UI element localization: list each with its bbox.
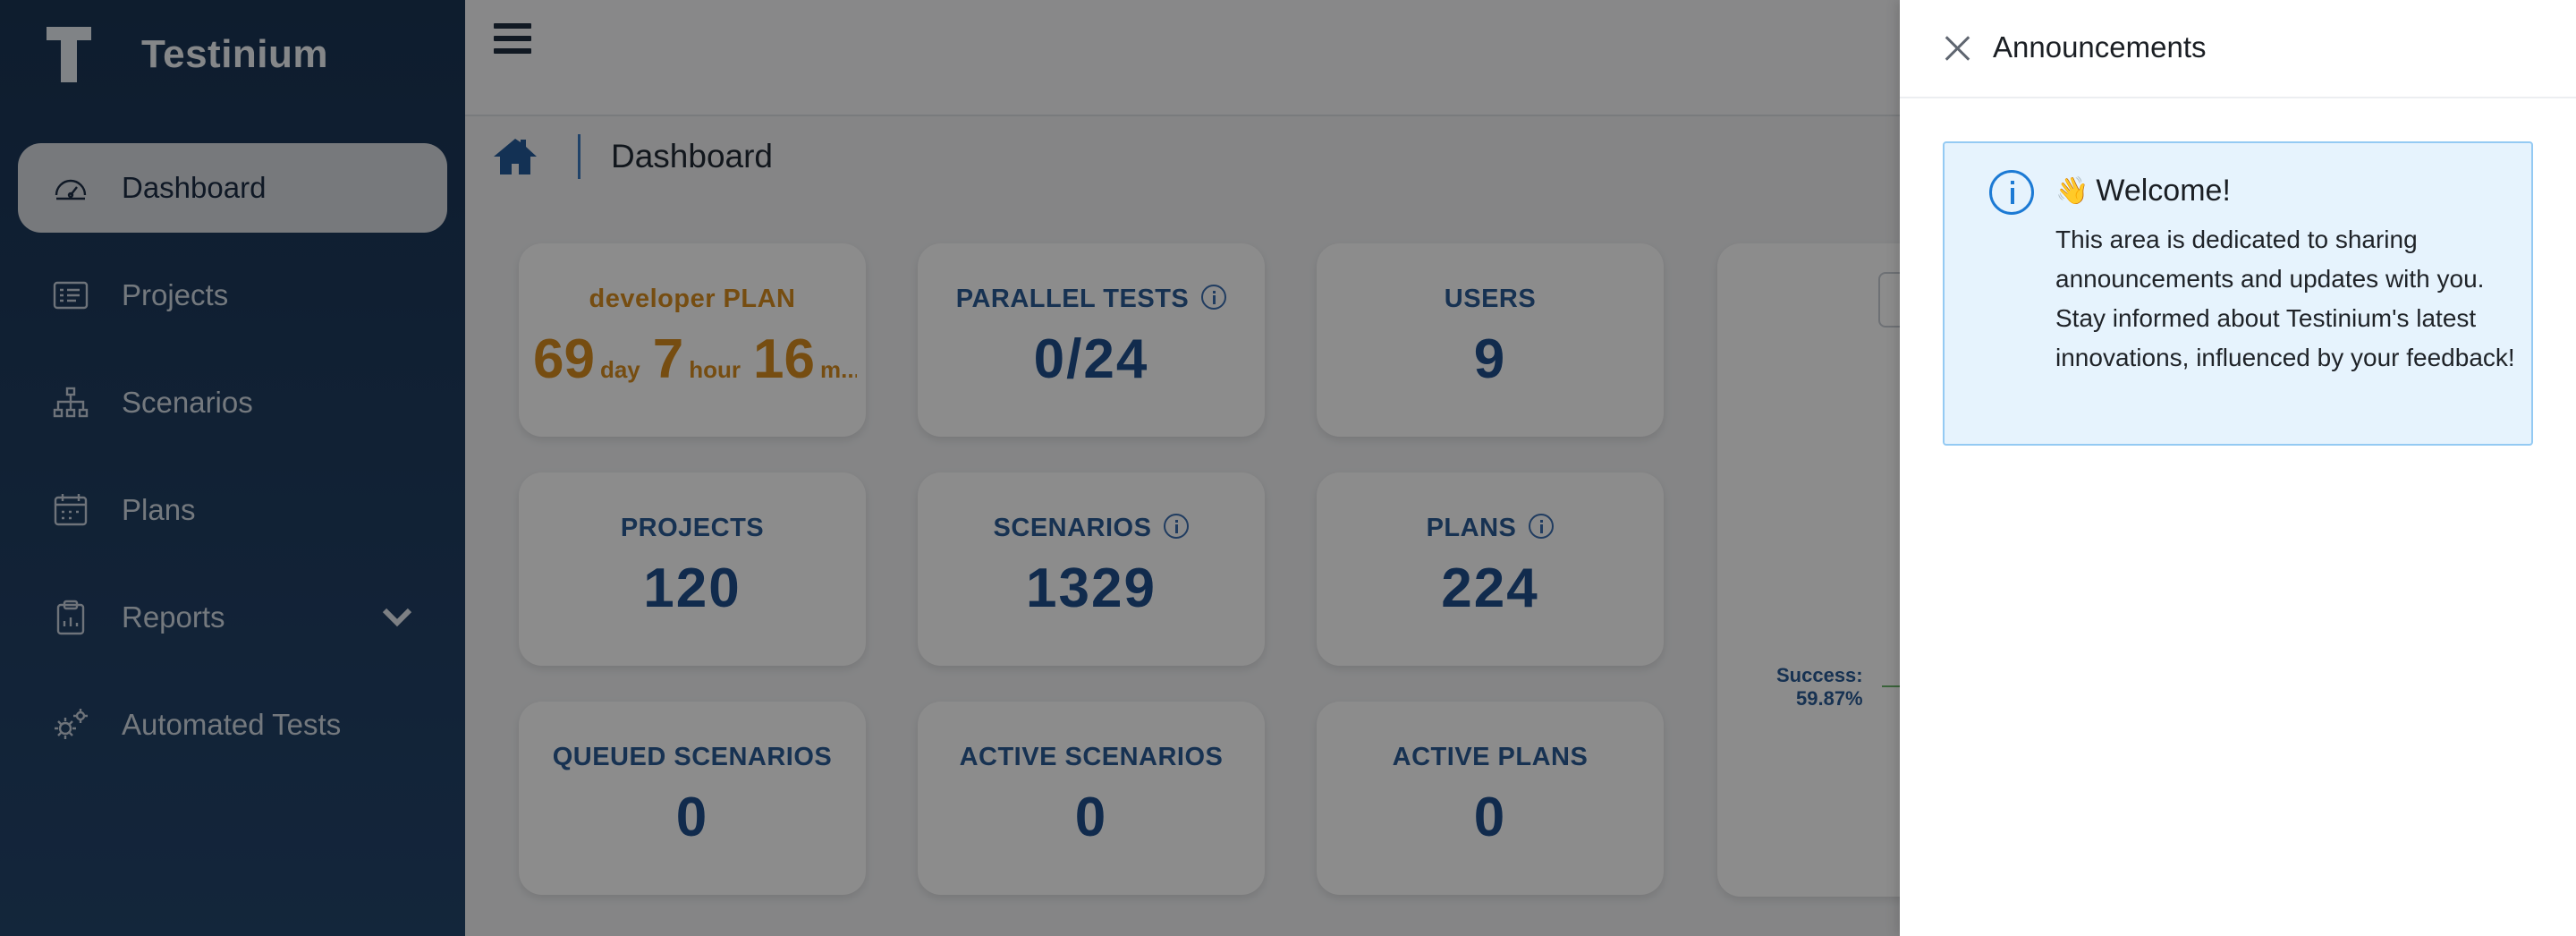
drawer-title: Announcements [1993,30,2207,64]
close-icon[interactable] [1943,34,1971,63]
alert-heading-text: Welcome! [2096,174,2231,208]
modal-backdrop[interactable] [0,0,1900,936]
announcements-drawer: Announcements 👋 Welcome! This area is de… [1900,0,2576,936]
info-circle-icon [1989,170,2034,215]
alert-body: This area is dedicated to sharing announ… [2055,225,2515,371]
drawer-header: Announcements [1900,0,2576,98]
waving-hand-icon: 👋 [2055,176,2089,206]
alert-heading: 👋 Welcome! [2055,174,2231,208]
welcome-alert: 👋 Welcome! This area is dedicated to sha… [1943,141,2533,446]
